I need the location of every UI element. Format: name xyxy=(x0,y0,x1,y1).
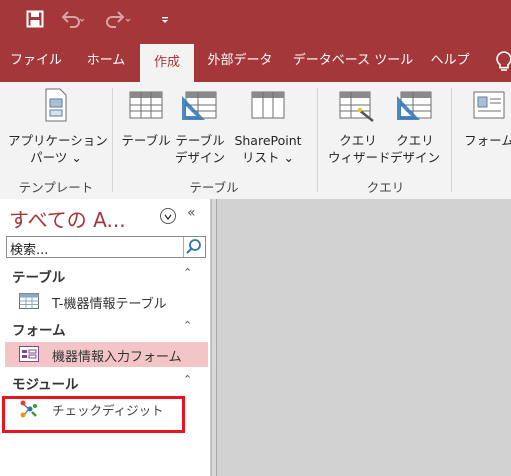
ribbon-tab-row: ファイル ホーム 作成 外部データ データベース ツール ヘルプ xyxy=(0,40,511,82)
search-input[interactable]: 検索... xyxy=(6,236,206,258)
group-label-queries: クエリ xyxy=(366,180,405,195)
query-wizard-label: クエリ ウィザード xyxy=(328,133,391,165)
ribbon-separator xyxy=(112,88,113,192)
ribbon: アプリケーション パーツ ⌄ テンプレート テーブル テーブル デザイン Sha… xyxy=(0,82,511,200)
save-icon[interactable] xyxy=(26,10,46,30)
nav-category-modules[interactable]: モジュール ⌃ xyxy=(0,371,210,393)
sharepoint-list-label: SharePoint リスト ⌄ xyxy=(234,133,302,165)
redo-icon[interactable] xyxy=(106,10,131,30)
undo-icon[interactable] xyxy=(60,10,85,30)
table-design-icon xyxy=(172,88,228,126)
query-design-label: クエリ デザイン xyxy=(389,133,440,165)
workspace-area xyxy=(211,199,511,476)
form-button[interactable]: フォーム xyxy=(460,88,511,149)
form-icon xyxy=(19,346,39,366)
chevron-down-icon[interactable] xyxy=(160,208,176,224)
table-button[interactable]: テーブル xyxy=(119,88,173,149)
nav-category-tables[interactable]: テーブル ⌃ xyxy=(0,264,210,286)
table-icon xyxy=(119,88,173,126)
form-label: フォーム xyxy=(464,133,511,148)
nav-item-label: T-機器情報テーブル xyxy=(52,297,167,312)
search-icon[interactable] xyxy=(183,237,205,257)
nav-item-label: 機器情報入力フォーム xyxy=(52,350,182,365)
nav-category-forms[interactable]: フォーム ⌃ xyxy=(0,317,210,339)
tab-home[interactable]: ホーム xyxy=(78,40,134,82)
table-icon xyxy=(19,293,39,313)
form-icon xyxy=(460,88,511,126)
category-label: テーブル xyxy=(12,270,66,286)
query-wizard-button[interactable]: クエリ ウィザード xyxy=(328,88,391,166)
table-design-button[interactable]: テーブル デザイン xyxy=(172,88,228,166)
tab-database-tools[interactable]: データベース ツール xyxy=(292,40,414,82)
category-label: フォーム xyxy=(12,323,66,339)
sharepoint-list-button[interactable]: SharePoint リスト ⌄ xyxy=(225,88,311,166)
collapse-category-icon: ⌃ xyxy=(183,319,193,332)
query-wizard-icon xyxy=(328,88,388,126)
red-highlight-box xyxy=(2,396,185,433)
table-design-label: テーブル デザイン xyxy=(174,133,225,165)
ribbon-separator xyxy=(451,88,452,192)
nav-item-table[interactable]: T-機器情報テーブル xyxy=(5,289,208,314)
group-label-templates: テンプレート xyxy=(18,180,94,195)
tab-help[interactable]: ヘルプ xyxy=(424,40,476,82)
collapse-category-icon: ⌃ xyxy=(183,373,193,386)
search-placeholder: 検索... xyxy=(10,243,49,258)
nav-pane-title[interactable]: すべての A... xyxy=(9,204,126,233)
sharepoint-list-icon xyxy=(225,88,311,126)
tab-create[interactable]: 作成 xyxy=(140,44,194,82)
document-area xyxy=(216,199,511,476)
title-bar xyxy=(0,0,511,40)
collapse-pane-icon[interactable]: « xyxy=(187,205,196,221)
customize-qat-icon[interactable] xyxy=(160,10,180,30)
tab-file[interactable]: ファイル xyxy=(6,40,66,82)
query-design-button[interactable]: クエリ デザイン xyxy=(387,88,443,166)
ribbon-separator xyxy=(317,88,318,192)
navigation-pane: すべての A... « 検索... テーブル ⌃ T-機器情報テーブル フォーム… xyxy=(0,199,211,476)
lightbulb-icon[interactable] xyxy=(493,50,511,72)
group-label-tables: テーブル xyxy=(189,180,239,195)
application-parts-label: アプリケーション パーツ ⌄ xyxy=(8,133,108,165)
tab-external-data[interactable]: 外部データ xyxy=(202,40,278,82)
nav-item-form[interactable]: 機器情報入力フォーム xyxy=(5,342,208,367)
application-parts-icon xyxy=(8,88,104,126)
category-label: モジュール xyxy=(12,377,79,393)
table-label: テーブル xyxy=(121,133,171,148)
application-parts-button[interactable]: アプリケーション パーツ ⌄ xyxy=(8,88,108,166)
collapse-category-icon: ⌃ xyxy=(183,266,193,279)
query-design-icon xyxy=(387,88,443,126)
